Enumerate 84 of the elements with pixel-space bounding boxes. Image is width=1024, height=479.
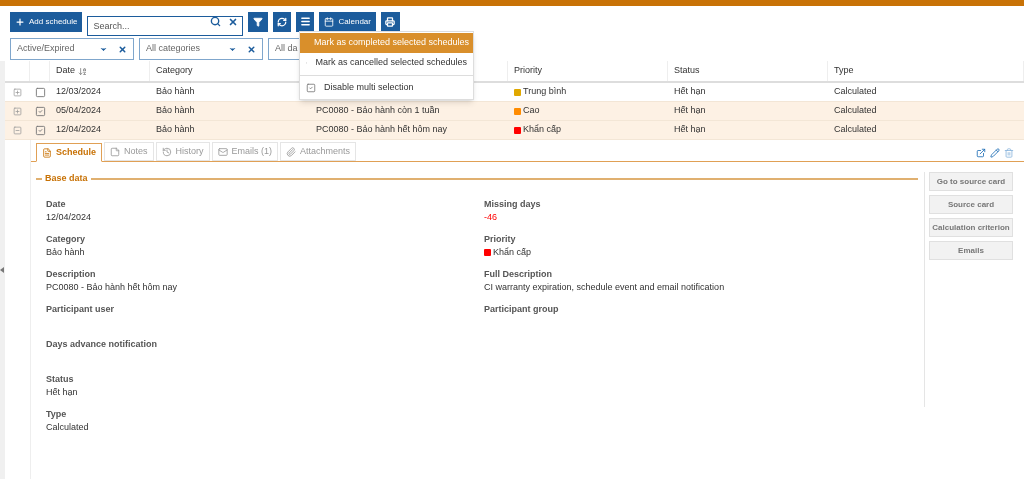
plus-icon — [15, 16, 25, 27]
row-checkbox[interactable] — [34, 124, 46, 136]
filter-button[interactable] — [248, 11, 269, 32]
table-cell-text: Hết hạn — [673, 104, 707, 118]
table-cell: Trung bình — [523, 85, 567, 99]
field-label: Category — [46, 232, 86, 246]
field-label: Days advance notification — [46, 337, 159, 351]
table-cell: PC0080 - Bảo hành hết hôm nay — [316, 124, 448, 135]
side-action-button[interactable]: Emails — [929, 241, 1013, 260]
side-action-button[interactable]: Go to source card — [929, 172, 1013, 191]
calendar-button[interactable]: Calendar — [319, 11, 376, 32]
menu-item[interactable]: Mark as cancelled selected schedules — [300, 53, 473, 73]
table-cell-text: Hết hạn — [673, 123, 707, 137]
table-cell-text: Bảo hành — [155, 123, 196, 137]
table-cell-text: Hết hạn — [673, 85, 707, 99]
field-label: Type — [46, 407, 68, 421]
field-label: Priority — [484, 232, 517, 246]
field-value: Calculated — [46, 420, 90, 434]
table-cell-text: Calculated — [833, 85, 878, 99]
search-icon[interactable] — [210, 15, 222, 27]
side-action-button[interactable]: Source card — [929, 195, 1013, 214]
row-checkbox[interactable] — [34, 105, 46, 117]
table-cell: Cao — [523, 104, 540, 118]
column-header[interactable]: Type — [834, 64, 854, 78]
field-label: Participant user — [46, 302, 116, 316]
field-value: CI warranty expiration, schedule event and email notification — [484, 280, 726, 294]
column-header[interactable]: Status — [674, 64, 700, 78]
field-value: Bảo hành — [46, 245, 86, 259]
search-field[interactable]: Search... — [87, 15, 244, 36]
field-value: 12/04/2024 — [46, 210, 93, 224]
calendar-icon — [324, 16, 335, 27]
print-button[interactable] — [380, 11, 400, 32]
paperclip-icon — [286, 146, 297, 157]
table-row[interactable]: 05/04/2024 Bảo hành PC0080 - Bảo hành còn 1 tuần Cao Hết hạn Calculated — [5, 102, 1024, 121]
filter-icon — [253, 16, 264, 27]
clear-icon[interactable] — [118, 44, 127, 54]
add-schedule-button[interactable]: Add schedule — [10, 11, 83, 32]
refresh-button[interactable] — [273, 11, 292, 32]
column-header[interactable]: Category — [156, 64, 193, 78]
history-icon — [161, 146, 172, 157]
filter-dropdown[interactable]: All categories — [139, 38, 263, 60]
clear-icon[interactable] — [247, 44, 256, 54]
field-value: Khẩn cấp — [493, 245, 532, 259]
edit-icon[interactable] — [990, 148, 1000, 158]
table-cell-text: 12/04/2024 — [55, 123, 103, 137]
mail-icon — [217, 146, 228, 157]
field-label: Description — [46, 267, 97, 281]
note-icon — [110, 146, 120, 157]
table-cell-text: 12/03/2024 — [55, 85, 103, 99]
expand-row-icon[interactable] — [13, 87, 22, 97]
menu-icon — [300, 16, 311, 27]
detail-tab[interactable]: Schedule — [36, 143, 102, 162]
section-title: Base data — [45, 172, 88, 185]
sort-icon[interactable] — [78, 66, 87, 76]
table-row[interactable]: 12/04/2024 Bảo hành PC0080 - Bảo hành hết hôm nay Khẩn cấp Hết hạn Calculated — [5, 121, 1024, 140]
checkbox-icon — [306, 83, 316, 93]
row-checkbox[interactable] — [34, 86, 46, 98]
filter-dropdown[interactable]: Active/Expired — [10, 38, 134, 60]
field-value: Hết hạn — [46, 385, 79, 399]
table-cell-text: 05/04/2024 — [55, 104, 103, 118]
table-cell-text: Bảo hành — [155, 104, 196, 118]
field-label: Date — [46, 197, 67, 211]
table-cell-text: Calculated — [833, 104, 878, 118]
field-value: PC0080 - Bảo hành hết hôm nay — [46, 280, 179, 294]
column-header[interactable]: Priority — [514, 64, 542, 78]
field-label: Participant group — [484, 302, 560, 316]
document-icon — [42, 147, 52, 158]
clear-icon[interactable] — [228, 16, 239, 27]
table-cell-text: Bảo hành — [155, 85, 196, 99]
field-value: -46 — [484, 210, 498, 224]
table-cell-text: Calculated — [833, 123, 878, 137]
delete-icon[interactable] — [1004, 148, 1014, 158]
field-label: Full Description — [484, 267, 553, 281]
refresh-icon — [277, 16, 288, 27]
field-label: Status — [46, 372, 75, 386]
table-cell: PC0080 - Bảo hành còn 1 tuần — [316, 105, 440, 116]
side-action-button[interactable]: Calculation criterion — [929, 218, 1013, 237]
field-label: Missing days — [484, 197, 542, 211]
printer-icon — [385, 16, 396, 27]
open-external-icon[interactable] — [976, 148, 986, 158]
table-cell: Khẩn cấp — [523, 123, 562, 137]
collapse-icon[interactable] — [0, 267, 4, 273]
column-header[interactable]: Date — [56, 64, 75, 78]
menu-button[interactable] — [296, 11, 315, 32]
